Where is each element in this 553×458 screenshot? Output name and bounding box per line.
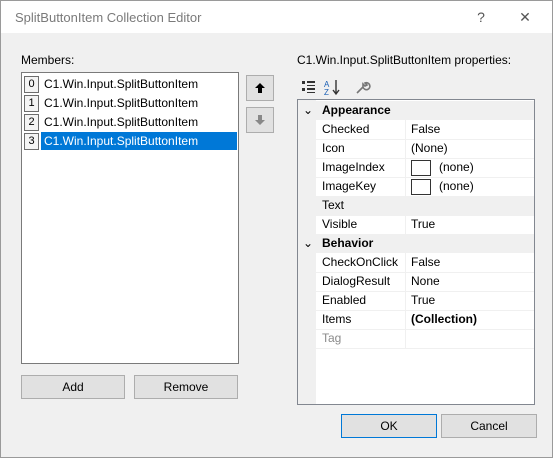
property-name: ImageKey bbox=[322, 177, 406, 196]
property-name: ImageIndex bbox=[322, 158, 406, 177]
list-item[interactable]: 2 C1.Win.Input.SplitButtonItem bbox=[23, 113, 237, 131]
property-row[interactable]: Icon (None) bbox=[316, 139, 534, 159]
list-item-text: C1.Win.Input.SplitButtonItem bbox=[44, 96, 199, 110]
window-title: SplitButtonItem Collection Editor bbox=[15, 10, 202, 25]
members-label: Members: bbox=[21, 53, 75, 67]
image-swatch bbox=[411, 159, 431, 176]
image-swatch bbox=[411, 178, 431, 195]
arrow-down-icon bbox=[255, 115, 265, 125]
list-item-text: C1.Win.Input.SplitButtonItem bbox=[44, 77, 199, 91]
property-name: Text bbox=[322, 196, 406, 215]
categorized-glyph bbox=[302, 81, 315, 93]
members-listbox[interactable]: 0 C1.Win.Input.SplitButtonItem 1 C1.Win.… bbox=[21, 72, 239, 364]
list-item-index: 1 bbox=[24, 95, 39, 112]
list-item-index: 3 bbox=[24, 133, 39, 150]
category-label: Behavior bbox=[322, 236, 374, 250]
property-name: Tag bbox=[322, 329, 406, 348]
property-name: CheckOnClick bbox=[322, 253, 406, 272]
property-pages-icon[interactable] bbox=[352, 77, 372, 97]
move-up-button[interactable] bbox=[246, 75, 274, 101]
list-item[interactable]: 0 C1.Win.Input.SplitButtonItem bbox=[23, 75, 237, 93]
title-bar: SplitButtonItem Collection Editor ? ✕ bbox=[1, 1, 552, 33]
list-item-index: 0 bbox=[24, 76, 39, 93]
property-row[interactable]: Enabled True bbox=[316, 291, 534, 311]
property-value: (none) bbox=[439, 160, 474, 174]
property-value[interactable]: (Collection) bbox=[411, 310, 477, 328]
remove-button[interactable]: Remove bbox=[134, 375, 238, 399]
property-row[interactable]: ImageIndex (none) bbox=[316, 158, 534, 178]
help-button[interactable]: ? bbox=[459, 1, 503, 33]
alphabetical-glyph: A Z bbox=[324, 80, 340, 97]
property-row[interactable]: Checked False bbox=[316, 120, 534, 140]
property-value[interactable]: True bbox=[411, 291, 435, 309]
list-item[interactable]: 1 C1.Win.Input.SplitButtonItem bbox=[23, 94, 237, 112]
list-item-text: C1.Win.Input.SplitButtonItem bbox=[44, 115, 199, 129]
property-row[interactable]: Tag bbox=[316, 329, 534, 349]
categorized-icon[interactable] bbox=[298, 77, 318, 97]
properties-label: C1.Win.Input.SplitButtonItem properties: bbox=[297, 53, 512, 67]
property-row[interactable]: Items (Collection) bbox=[316, 310, 534, 330]
property-name: Checked bbox=[322, 120, 406, 139]
wrench-glyph bbox=[356, 81, 371, 94]
property-row[interactable]: Text bbox=[316, 196, 534, 216]
collection-editor-window: SplitButtonItem Collection Editor ? ✕ Me… bbox=[0, 0, 553, 458]
chevron-down-icon[interactable]: ⌄ bbox=[302, 234, 314, 253]
property-name: Items bbox=[322, 310, 406, 329]
property-value[interactable]: (None) bbox=[411, 139, 448, 157]
add-button[interactable]: Add bbox=[21, 375, 125, 399]
property-value[interactable]: False bbox=[411, 120, 440, 138]
ok-button[interactable]: OK bbox=[341, 414, 437, 438]
list-item-selected[interactable]: 3 C1.Win.Input.SplitButtonItem bbox=[23, 132, 237, 150]
category-appearance[interactable]: ⌄ Appearance bbox=[298, 101, 534, 120]
property-row[interactable]: Visible True bbox=[316, 215, 534, 235]
move-down-button[interactable] bbox=[246, 107, 274, 133]
category-behavior[interactable]: ⌄ Behavior bbox=[298, 234, 534, 253]
arrow-up-icon bbox=[255, 83, 265, 93]
property-value: (none) bbox=[439, 179, 474, 193]
property-row[interactable]: ImageKey (none) bbox=[316, 177, 534, 197]
property-value-cell[interactable]: (none) bbox=[411, 177, 474, 195]
property-value-cell[interactable]: (none) bbox=[411, 158, 474, 176]
property-value[interactable]: False bbox=[411, 253, 440, 271]
chevron-down-icon[interactable]: ⌄ bbox=[302, 101, 314, 120]
property-name: DialogResult bbox=[322, 272, 406, 291]
svg-text:Z: Z bbox=[324, 88, 329, 97]
property-name: Enabled bbox=[322, 291, 406, 310]
list-item-index: 2 bbox=[24, 114, 39, 131]
property-value[interactable]: None bbox=[411, 272, 440, 290]
alphabetical-icon[interactable]: A Z bbox=[322, 77, 342, 97]
list-item-text: C1.Win.Input.SplitButtonItem bbox=[41, 132, 237, 150]
property-name: Visible bbox=[322, 215, 406, 234]
category-label: Appearance bbox=[322, 103, 391, 117]
property-name: Icon bbox=[322, 139, 406, 158]
property-grid[interactable]: ⌄ Appearance Checked False Icon (None) I… bbox=[297, 99, 535, 405]
close-button[interactable]: ✕ bbox=[503, 1, 547, 33]
property-value[interactable]: True bbox=[411, 215, 435, 233]
property-row[interactable]: CheckOnClick False bbox=[316, 253, 534, 273]
property-row[interactable]: DialogResult None bbox=[316, 272, 534, 292]
cancel-button[interactable]: Cancel bbox=[441, 414, 537, 438]
